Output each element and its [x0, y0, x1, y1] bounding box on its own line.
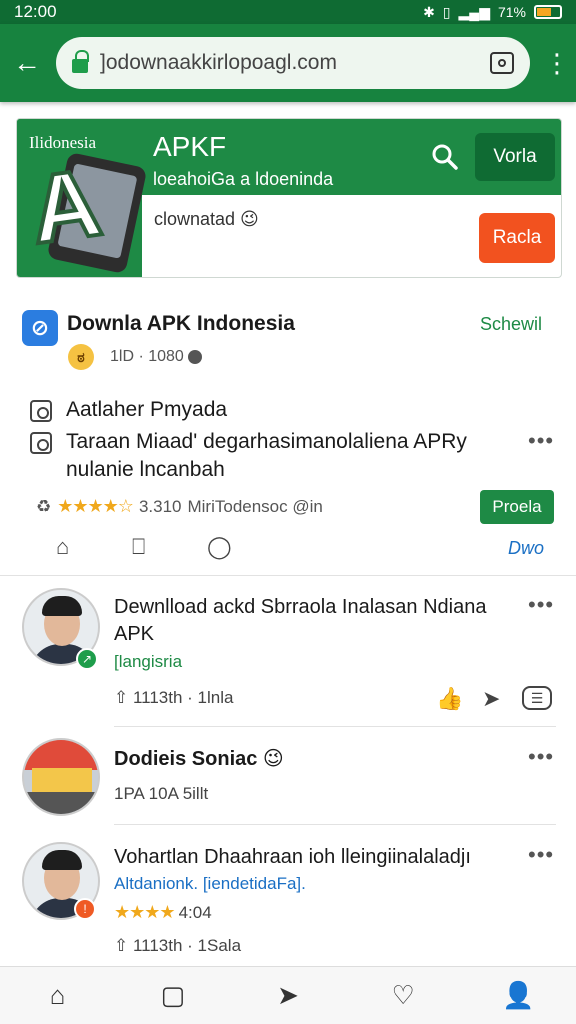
- camera-icon: [30, 400, 52, 422]
- post-meta: 1lD · 1080: [110, 348, 202, 366]
- avatar[interactable]: [22, 738, 100, 816]
- post-action-button[interactable]: Proela: [480, 490, 554, 524]
- bottom-navigation: ⌂ ▢ ➤ ♡ 👤: [0, 966, 576, 1024]
- tab-switcher-icon[interactable]: [490, 52, 514, 74]
- lock-icon: [72, 50, 89, 73]
- more-options-icon[interactable]: •••: [528, 744, 554, 770]
- feed-meta: ⇧ 1113th · 1lnla: [114, 688, 233, 708]
- feed-title[interactable]: Dodieis Soniac 😉: [114, 746, 514, 773]
- nav-send-icon[interactable]: ➤: [268, 980, 308, 1011]
- star-rating-icon: ★★★★: [114, 902, 179, 922]
- signal-icon: ▂▄▆: [458, 3, 490, 20]
- feed-meta-text: 1113th · 1lnla: [132, 688, 234, 707]
- more-options-icon[interactable]: •••: [528, 592, 554, 618]
- vibrate-icon: ▯: [442, 3, 451, 20]
- status-bar: 12:00 ✱ ▯ ▂▄▆ 71%: [0, 0, 576, 24]
- recycle-icon: ♻: [36, 496, 52, 516]
- feed-title[interactable]: Vohartlan Dhaahraan ioh lleingiinalaladj…: [114, 844, 514, 871]
- home-icon[interactable]: ⌂: [56, 534, 69, 560]
- comment-icon[interactable]: ◯: [207, 534, 232, 560]
- post-link[interactable]: Schewil: [480, 314, 542, 335]
- promo-banner[interactable]: A Ilidonesia APKF loeahoiGa a ldoeninda …: [16, 118, 562, 278]
- banner-subtitle: loeahoiGa a ldoeninda: [153, 169, 334, 189]
- nav-home-icon[interactable]: ⌂: [38, 980, 78, 1011]
- share-icon[interactable]: ➤: [482, 686, 500, 712]
- banner-title: APKF: [153, 131, 227, 162]
- post-meta-text: 1lD · 1080: [110, 348, 184, 365]
- post-footer-link[interactable]: Dwo: [508, 538, 544, 559]
- emoji-avatar-icon: ಠ: [68, 344, 94, 370]
- feed-rating: ★★★★ 4:04: [114, 902, 212, 923]
- overflow-menu-icon[interactable]: ⋮: [544, 50, 570, 76]
- feed-meta-text: 1113th · 1Sala: [132, 936, 242, 955]
- nav-square-icon[interactable]: ▢: [153, 980, 193, 1011]
- image-icon: [30, 432, 52, 454]
- browser-toolbar: ← ]odownaakkirlopoagl.com ⋮: [0, 24, 576, 102]
- url-text[interactable]: ]odownaakkirlopoagl.com: [100, 51, 478, 75]
- rating-row: ♻ ★★★★☆ 3.310 MiriTodensoc @in: [36, 496, 323, 517]
- post-line-1: Aatlaher Pmyada: [66, 398, 228, 421]
- clock: 12:00: [14, 2, 57, 21]
- bookmark-icon[interactable]: ⎕: [132, 534, 145, 560]
- post-author[interactable]: MiriTodensoc @in: [187, 497, 322, 517]
- address-bar[interactable]: ]odownaakkirlopoagl.com: [56, 37, 530, 89]
- status-icons: ✱ ▯ ▂▄▆ 71%: [423, 4, 562, 21]
- feed-meta: 1PA 10A 5illt: [114, 784, 209, 803]
- banner-primary-button[interactable]: Vorla: [475, 133, 555, 181]
- caption-icon[interactable]: ☰: [522, 686, 552, 710]
- battery-icon: [534, 5, 562, 19]
- search-icon[interactable]: [431, 143, 459, 176]
- verified-badge-icon: ↗: [76, 648, 98, 670]
- post-line-2: Taraan Miaad' degarhasimanolaliena APRy …: [66, 430, 467, 481]
- more-options-icon[interactable]: •••: [528, 428, 554, 454]
- nav-heart-icon[interactable]: ♡: [383, 980, 423, 1011]
- share-up-icon: ⇧: [114, 936, 133, 955]
- feed-item-3[interactable]: ! Vohartlan Dhaahraan ioh lleingiinalala…: [0, 826, 576, 966]
- back-arrow-icon[interactable]: ←: [12, 47, 42, 79]
- rating-value: 3.310: [138, 496, 182, 516]
- feed-subtitle[interactable]: Altdanionk. [iendetidaFa].: [114, 874, 306, 894]
- feed-subtitle[interactable]: [langisria: [114, 652, 182, 672]
- app-icon[interactable]: ⊘: [22, 310, 58, 346]
- apk-logo: A Ilidonesia: [17, 119, 148, 277]
- like-icon[interactable]: 👍: [436, 686, 463, 712]
- banner-country: Ilidonesia: [29, 133, 97, 152]
- featured-post: ⊘ Downla APK Indonesia Schewil ಠ 1lD · 1…: [0, 294, 576, 576]
- clock-icon: [187, 349, 202, 364]
- feed-item-2[interactable]: Dodieis Soniac 😉 ••• 1PA 10A 5illt: [0, 728, 576, 826]
- more-options-icon[interactable]: •••: [528, 842, 554, 868]
- alert-badge-icon: !: [74, 898, 96, 920]
- logo-a-icon: A: [22, 147, 110, 267]
- feed-meta: ⇧ 1113th · 1Sala: [114, 936, 241, 956]
- share-up-icon: ⇧: [114, 688, 133, 707]
- feed-rating-value: 4:04: [178, 903, 212, 922]
- battery-level: 71%: [497, 4, 526, 20]
- star-rating-icon: ★★★★☆: [57, 496, 134, 516]
- post-title[interactable]: Downla APK Indonesia: [67, 312, 295, 336]
- feed-item-1[interactable]: ↗ Dewnlload ackd Sbrraola Inalasan Ndian…: [0, 576, 576, 728]
- banner-secondary-button[interactable]: Racla: [479, 213, 555, 263]
- banner-description: clownatad 😉: [154, 209, 259, 229]
- feed-title[interactable]: Dewnlload ackd Sbrraola Inalasan Ndiana …: [114, 594, 514, 648]
- bluetooth-icon: ✱: [423, 3, 435, 20]
- nav-profile-icon[interactable]: 👤: [498, 980, 538, 1011]
